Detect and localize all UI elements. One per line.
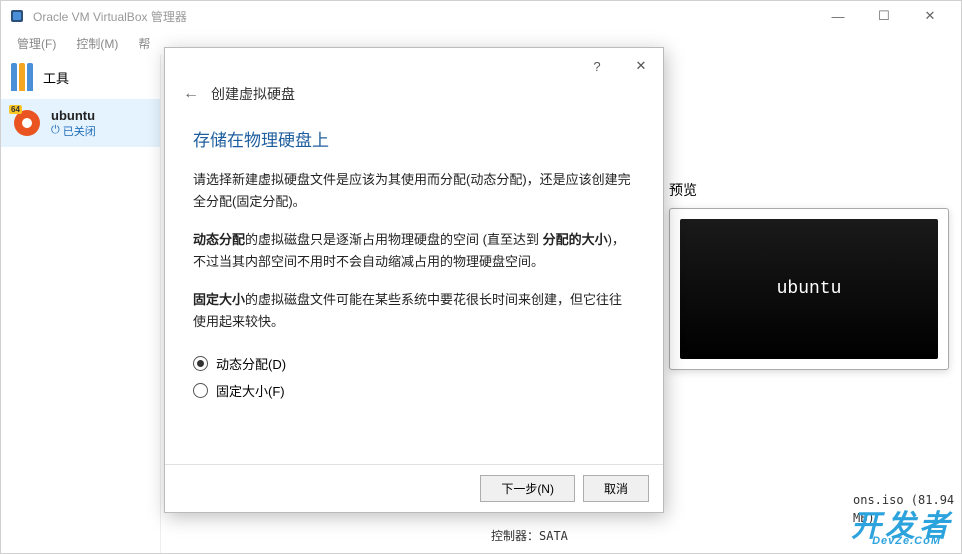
p2-bold1: 动态分配 <box>193 232 245 247</box>
main-window: Oracle VM VirtualBox 管理器 — ☐ ✕ 管理(F) 控制(… <box>0 0 962 554</box>
vm-state-text: 已关闭 <box>63 123 96 139</box>
radio-icon <box>193 356 208 371</box>
window-title: Oracle VM VirtualBox 管理器 <box>33 8 815 25</box>
vm-name: ubuntu <box>51 108 96 123</box>
preview-header: 预览 <box>669 180 949 208</box>
preview-card: ubuntu <box>669 208 949 370</box>
radio-fixed-label: 固定大小(F) <box>216 381 285 400</box>
dialog-footer: 下一步(N) 取消 <box>165 464 663 512</box>
minimize-button[interactable]: — <box>815 1 861 31</box>
close-button[interactable]: ✕ <box>907 1 953 31</box>
watermark-sub: DevZe.CoM <box>872 535 941 547</box>
vm-details: ubuntu ⏻ 已关闭 <box>51 108 96 139</box>
dialog-help-button[interactable]: ? <box>575 48 619 84</box>
dialog-title: 创建虚拟硬盘 <box>211 84 295 104</box>
p3-text: 的虚拟磁盘文件可能在某些系统中要花很长时间来创建，但它往往使用起来较快。 <box>193 292 622 329</box>
tools-icon <box>11 63 33 91</box>
dialog-titlebar: ? ✕ <box>165 48 663 84</box>
power-icon: ⏻ <box>51 124 60 137</box>
paragraph-3: 固定大小的虚拟磁盘文件可能在某些系统中要花很长时间来创建，但它往往使用起来较快。 <box>193 289 635 333</box>
cancel-button[interactable]: 取消 <box>583 475 649 502</box>
vm-state: ⏻ 已关闭 <box>51 123 96 139</box>
maximize-button[interactable]: ☐ <box>861 1 907 31</box>
sidebar: 工具 64 ubuntu ⏻ 已关闭 <box>1 55 161 553</box>
preview-pane: 预览 ubuntu <box>669 180 949 370</box>
p2-bold2: 分配的大小 <box>543 232 608 247</box>
watermark: 开发者 DevZe.CoM <box>851 501 953 545</box>
radio-dynamic[interactable]: 动态分配(D) <box>193 350 635 377</box>
menu-file[interactable]: 管理(F) <box>7 33 66 54</box>
radio-fixed[interactable]: 固定大小(F) <box>193 377 635 404</box>
vm-icon: 64 <box>11 107 43 139</box>
p2-text1: 的虚拟磁盘只是逐渐占用物理硬盘的空间 (直至达到 <box>245 232 543 247</box>
window-controls: — ☐ ✕ <box>815 1 953 31</box>
main-titlebar: Oracle VM VirtualBox 管理器 — ☐ ✕ <box>1 1 961 31</box>
create-disk-dialog: ? ✕ ← 创建虚拟硬盘 存储在物理硬盘上 请选择新建虚拟硬盘文件是应该为其使用… <box>164 47 664 513</box>
dialog-body: 存储在物理硬盘上 请选择新建虚拟硬盘文件是应该为其使用而分配(动态分配)，还是应… <box>165 116 663 464</box>
next-button[interactable]: 下一步(N) <box>480 475 575 502</box>
p3-bold: 固定大小 <box>193 292 245 307</box>
vm-list-item[interactable]: 64 ubuntu ⏻ 已关闭 <box>1 99 160 147</box>
dialog-header: ← 创建虚拟硬盘 <box>165 84 663 116</box>
menu-control[interactable]: 控制(M) <box>66 33 128 54</box>
paragraph-1: 请选择新建虚拟硬盘文件是应该为其使用而分配(动态分配)，还是应该创建完全分配(固… <box>193 169 635 213</box>
paragraph-2: 动态分配的虚拟磁盘只是逐渐占用物理硬盘的空间 (直至达到 分配的大小)，不过当其… <box>193 229 635 273</box>
back-button[interactable]: ← <box>183 85 199 103</box>
radio-icon <box>193 383 208 398</box>
menu-help[interactable]: 帮 <box>128 33 160 54</box>
tools-row[interactable]: 工具 <box>1 55 160 99</box>
radio-dynamic-label: 动态分配(D) <box>216 354 286 373</box>
preview-screen: ubuntu <box>680 219 938 359</box>
tools-label: 工具 <box>43 68 69 87</box>
dialog-close-button[interactable]: ✕ <box>619 48 663 84</box>
virtualbox-icon <box>9 8 25 24</box>
allocation-radio-group: 动态分配(D) 固定大小(F) <box>193 350 635 404</box>
vm-arch-badge: 64 <box>9 105 22 114</box>
section-title: 存储在物理硬盘上 <box>193 126 635 151</box>
